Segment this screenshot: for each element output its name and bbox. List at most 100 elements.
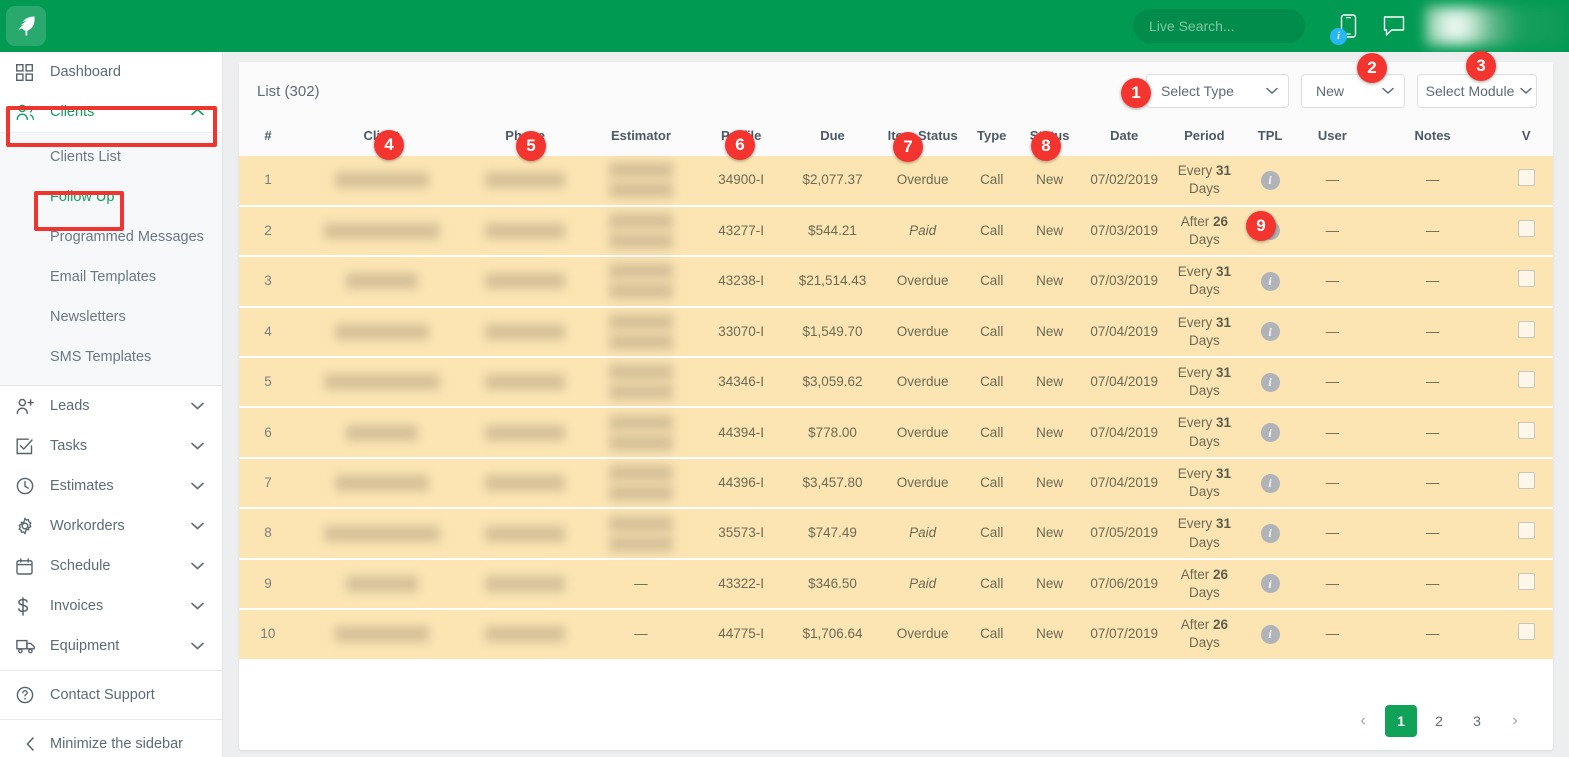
sidebar-subitem-label: Email Templates	[50, 269, 157, 285]
cell-client	[296, 156, 467, 207]
row-checkbox[interactable]	[1517, 471, 1535, 489]
cell-date: 07/05/2019	[1080, 508, 1168, 560]
cell-phone	[466, 407, 585, 459]
row-checkbox[interactable]	[1517, 572, 1535, 590]
table-row[interactable]: 7 44396-I $3,457.80 Overdue Call New 07/04/201…	[239, 457, 1553, 510]
sidebar-subitem-programmed-messages[interactable]: Programmed Messages	[0, 217, 222, 257]
calendar-icon	[16, 557, 44, 575]
info-icon[interactable]: i	[1260, 524, 1280, 544]
row-checkbox[interactable]	[1517, 320, 1535, 338]
column-header-user[interactable]: User	[1298, 120, 1366, 157]
table-row[interactable]: 8 35573-I $747.49 Paid Call New 07/05/2019 Ever…	[239, 508, 1553, 560]
cell-notes: —	[1365, 156, 1500, 207]
row-checkbox[interactable]	[1517, 371, 1535, 389]
info-icon[interactable]: i	[1260, 574, 1280, 594]
sidebar-subitem-sms-templates[interactable]: SMS Templates	[0, 337, 222, 377]
table-row[interactable]: 3 43238-I $21,514.43 Overdue Call New 07/03/20…	[239, 256, 1553, 308]
cell-due: $21,514.43	[784, 256, 881, 308]
live-search-input[interactable]: Live Search...	[1133, 9, 1305, 43]
table-row[interactable]: 10—44775-I $1,706.64 Overdue Call New 07/07/2…	[239, 609, 1553, 661]
info-icon[interactable]: i	[1260, 271, 1280, 291]
cell-status: New	[1018, 156, 1081, 207]
row-checkbox[interactable]	[1517, 623, 1535, 641]
pagination-prev[interactable]: ‹	[1347, 705, 1379, 737]
pagination-page-2[interactable]: 2	[1423, 705, 1455, 737]
sidebar-subitem-newsletters[interactable]: Newsletters	[0, 297, 222, 337]
sidebar-item-contact-support[interactable]: Contact Support	[0, 675, 222, 715]
info-icon[interactable]: i	[1260, 473, 1280, 493]
mobile-phone-button[interactable]: i	[1325, 0, 1371, 52]
sidebar-subitem-clients-list[interactable]: Clients List	[0, 137, 222, 177]
cell-profile: 43238-I	[697, 256, 785, 308]
column-header-tpl[interactable]: TPL	[1241, 120, 1299, 157]
cell-type: Call	[964, 256, 1019, 308]
column-header-due[interactable]: Due	[784, 120, 881, 157]
sidebar-item-clients[interactable]: Clients	[0, 92, 222, 132]
column-header-estimator[interactable]: Estimator	[584, 120, 698, 157]
sidebar-item-tasks[interactable]: Tasks	[0, 426, 222, 466]
row-checkbox[interactable]	[1517, 219, 1535, 237]
info-icon[interactable]: i	[1260, 372, 1280, 392]
row-checkbox[interactable]	[1517, 421, 1535, 439]
pagination-page-1[interactable]: 1	[1385, 705, 1417, 737]
row-checkbox[interactable]	[1517, 169, 1535, 187]
table-row[interactable]: 9—43322-I $346.50 Paid Call New 07/06/2019 Aft…	[239, 558, 1553, 611]
cell-user: —	[1298, 508, 1366, 560]
cell-type: Call	[964, 156, 1019, 207]
sidebar-item-workorders[interactable]: Workorders	[0, 506, 222, 546]
chevron-down-icon	[1266, 87, 1278, 95]
cell-v	[1499, 609, 1553, 661]
info-icon[interactable]: i	[1260, 322, 1280, 342]
select-module-value: Select Module	[1425, 83, 1515, 99]
cell-notes: —	[1365, 558, 1500, 611]
column-header-v[interactable]: V	[1499, 120, 1553, 157]
table-row[interactable]: 2 43277-I $544.21 Paid Call New 07/03/2019 Afte…	[239, 205, 1553, 258]
pagination-next[interactable]: ›	[1499, 705, 1531, 737]
sidebar-item-equipment[interactable]: Equipment	[0, 626, 222, 666]
cell-tpl: i	[1241, 256, 1299, 308]
cell-profile: 35573-I	[697, 508, 785, 560]
sidebar-item-invoices[interactable]: Invoices	[0, 586, 222, 626]
pagination-page-3[interactable]: 3	[1461, 705, 1493, 737]
cell-tpl: i	[1241, 407, 1299, 459]
table-row[interactable]: 6 44394-I $778.00 Overdue Call New 07/04/2019 E…	[239, 407, 1553, 459]
question-circle-icon	[16, 686, 44, 704]
sidebar-item-label: Leads	[50, 398, 90, 414]
sidebar-subitem-email-templates[interactable]: Email Templates	[0, 257, 222, 297]
column-header-date[interactable]: Date	[1080, 120, 1168, 157]
chevron-down-icon	[191, 402, 204, 410]
sidebar-subitem-label: SMS Templates	[50, 349, 152, 365]
column-header-notes[interactable]: Notes	[1365, 120, 1500, 157]
cell-user: —	[1298, 256, 1366, 308]
app-logo[interactable]	[0, 0, 52, 52]
annotation-badge-9: 9	[1246, 211, 1276, 241]
cell-tpl: i	[1241, 609, 1299, 661]
sidebar-item-schedule[interactable]: Schedule	[0, 546, 222, 586]
sidebar-item-estimates[interactable]: Estimates	[0, 466, 222, 506]
info-icon[interactable]: i	[1260, 170, 1280, 190]
sidebar-minimize-button[interactable]: Minimize the sidebar	[0, 724, 222, 757]
row-checkbox[interactable]	[1517, 270, 1535, 288]
table-row[interactable]: 4 33070-I $1,549.70 Overdue Call New 07/04/201…	[239, 306, 1553, 359]
sidebar-subitem-follow-up[interactable]: Follow Up	[0, 177, 222, 217]
info-icon[interactable]: i	[1260, 423, 1280, 443]
cell-num: 3	[239, 256, 297, 308]
row-checkbox[interactable]	[1517, 522, 1535, 540]
column-header-type[interactable]: Type	[964, 120, 1019, 157]
sidebar-item-leads[interactable]: Leads	[0, 386, 222, 426]
table-row[interactable]: 1 34900-I $2,077.37 Overdue Call New 07/02/201…	[239, 156, 1553, 207]
table-row[interactable]: 5 34346-I $3,059.62 Overdue Call New 07/04/201…	[239, 357, 1553, 409]
chat-button[interactable]	[1371, 0, 1417, 52]
cell-notes: —	[1365, 306, 1500, 359]
sidebar-item-dashboard[interactable]: Dashboard	[0, 52, 222, 92]
cell-v	[1499, 508, 1553, 560]
annotation-badge-5: 5	[516, 131, 546, 161]
cell-phone	[466, 357, 585, 409]
column-header-period[interactable]: Period	[1167, 120, 1242, 157]
info-icon[interactable]: i	[1260, 624, 1280, 644]
cell-num: 10	[239, 609, 297, 661]
select-type-dropdown[interactable]: Select Type	[1146, 74, 1289, 108]
avatar[interactable]	[1425, 6, 1565, 46]
column-header-num[interactable]: #	[239, 120, 297, 157]
select-status-dropdown[interactable]: New	[1301, 74, 1405, 108]
